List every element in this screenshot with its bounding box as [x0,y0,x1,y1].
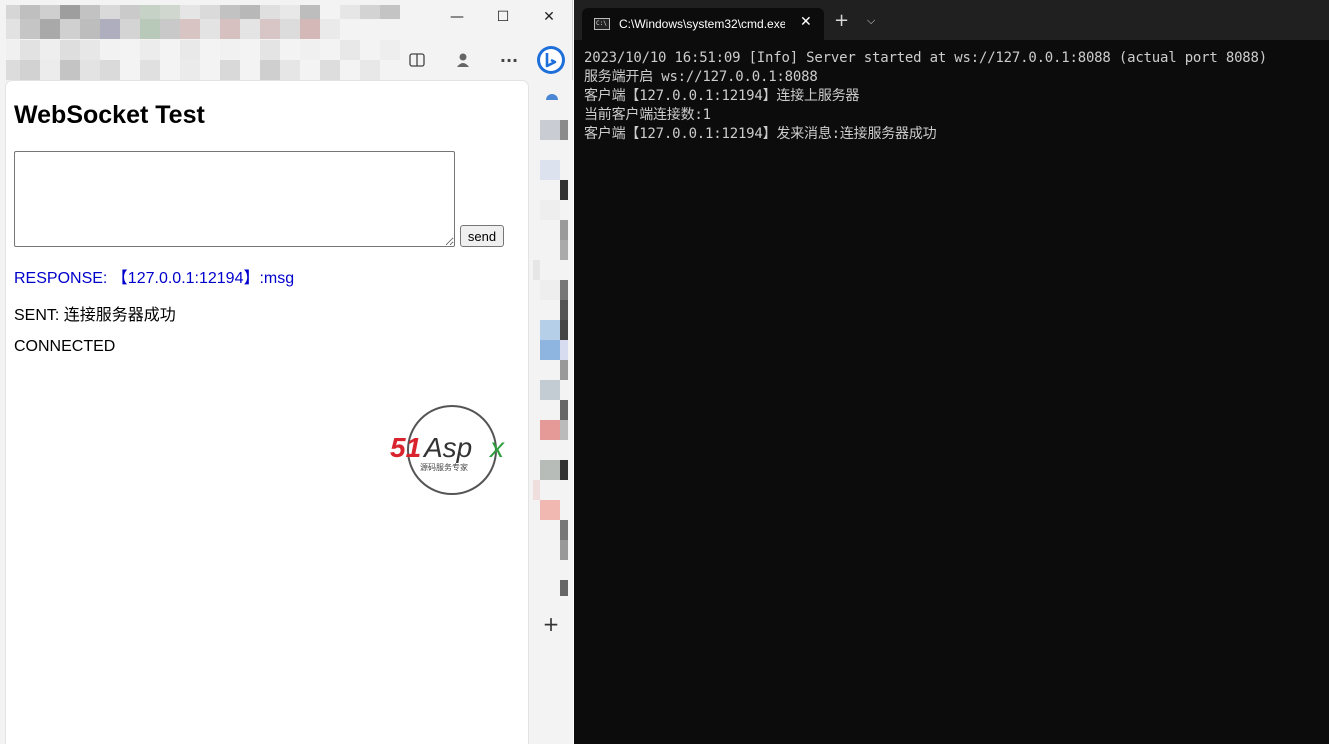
minimize-button[interactable]: — [434,2,480,32]
send-button[interactable]: send [460,225,504,247]
terminal-line: 当前客户端连接数:1 [584,107,711,123]
browser-window: — ☐ ✕ ··· WebSocket Test send RESPONSE: … [0,0,573,744]
terminal-tab-title: C:\Windows\system32\cmd.exe [619,17,785,31]
cmd-icon: C:\ [594,18,610,30]
terminal-tab[interactable]: C:\ C:\Windows\system32\cmd.exe ✕ [582,8,824,41]
browser-sidebar [530,80,573,744]
tab-dropdown-icon[interactable]: ⌵ [867,14,875,28]
terminal-tab-bar: C:\ C:\Windows\system32\cmd.exe ✕ + ⌵ [574,0,1329,41]
tab-close-icon[interactable]: ✕ [800,14,812,30]
sidebar-add-icon[interactable]: + [541,612,561,636]
log-response: RESPONSE: 【127.0.0.1:12194】:msg [14,270,295,287]
watermark-logo: 51 Asp x 源码服务专家 [390,405,505,495]
browser-titlebar: — ☐ ✕ [0,0,573,40]
terminal-line: 2023/10/10 16:51:09 [Info] Server starte… [584,50,1267,66]
page-title: WebSocket Test [14,101,205,129]
message-textarea[interactable] [14,151,455,247]
terminal-line: 客户端【127.0.0.1:12194】连接上服务器 [584,88,860,104]
new-tab-icon[interactable]: + [834,12,849,30]
svg-text:Asp: Asp [422,432,472,463]
svg-text:源码服务专家: 源码服务专家 [420,462,468,472]
close-button[interactable]: ✕ [526,2,572,32]
svg-text:x: x [488,432,505,463]
more-options-icon[interactable]: ··· [495,48,523,72]
maximize-button[interactable]: ☐ [480,2,526,32]
copilot-icon[interactable] [535,44,567,76]
terminal-output[interactable]: 2023/10/10 16:51:09 [Info] Server starte… [584,49,1329,729]
split-screen-icon[interactable] [403,48,431,72]
terminal-window: C:\ C:\Windows\system32\cmd.exe ✕ + ⌵ 20… [574,0,1329,744]
terminal-line: 服务端开启 ws://127.0.0.1:8088 [584,69,818,85]
webpage-content: WebSocket Test send RESPONSE: 【127.0.0.1… [5,80,529,744]
profile-icon[interactable] [449,48,477,72]
log-sent: SENT: 连接服务器成功 [14,307,176,324]
terminal-line: 客户端【127.0.0.1:12194】发来消息:连接服务器成功 [584,126,937,142]
browser-toolbar [0,40,573,80]
svg-text:51: 51 [390,432,421,463]
log-connected: CONNECTED [14,338,116,355]
